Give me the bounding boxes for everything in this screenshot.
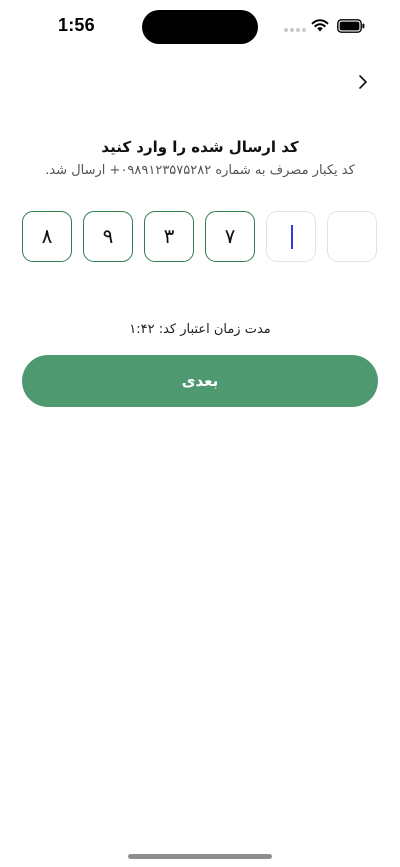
otp-digit-box[interactable]: ۹ (83, 211, 133, 262)
chevron-right-icon (359, 75, 367, 89)
wifi-icon (311, 19, 329, 32)
status-bar: 1:56 (0, 0, 400, 54)
text-cursor (291, 225, 293, 249)
otp-digit-box[interactable] (327, 211, 377, 262)
back-button[interactable] (350, 68, 378, 96)
status-time: 1:56 (58, 15, 95, 35)
dynamic-island (142, 10, 258, 44)
code-validity-timer: مدت زمان اعتبار کد: ۱:۴۲ (129, 322, 271, 337)
otp-digit-box-active[interactable] (266, 211, 316, 262)
battery-icon (337, 19, 365, 33)
cellular-signal-icon (284, 28, 306, 34)
otp-digit-box[interactable]: ۷ (205, 211, 255, 262)
next-button[interactable]: بعدی (22, 355, 378, 407)
home-indicator[interactable] (128, 854, 272, 859)
otp-digit-box[interactable]: ۸ (22, 211, 72, 262)
otp-input-group: ۸ ۹ ۳ ۷ (0, 211, 400, 264)
otp-digit-box[interactable]: ۳ (144, 211, 194, 262)
page-subtitle: کد یکبار مصرف به شماره ۰۹۸۹۱۲۳۵۷۵۲۸۲+ ار… (45, 163, 355, 178)
page-title: کد ارسال شده را وارد کنید (101, 138, 299, 156)
